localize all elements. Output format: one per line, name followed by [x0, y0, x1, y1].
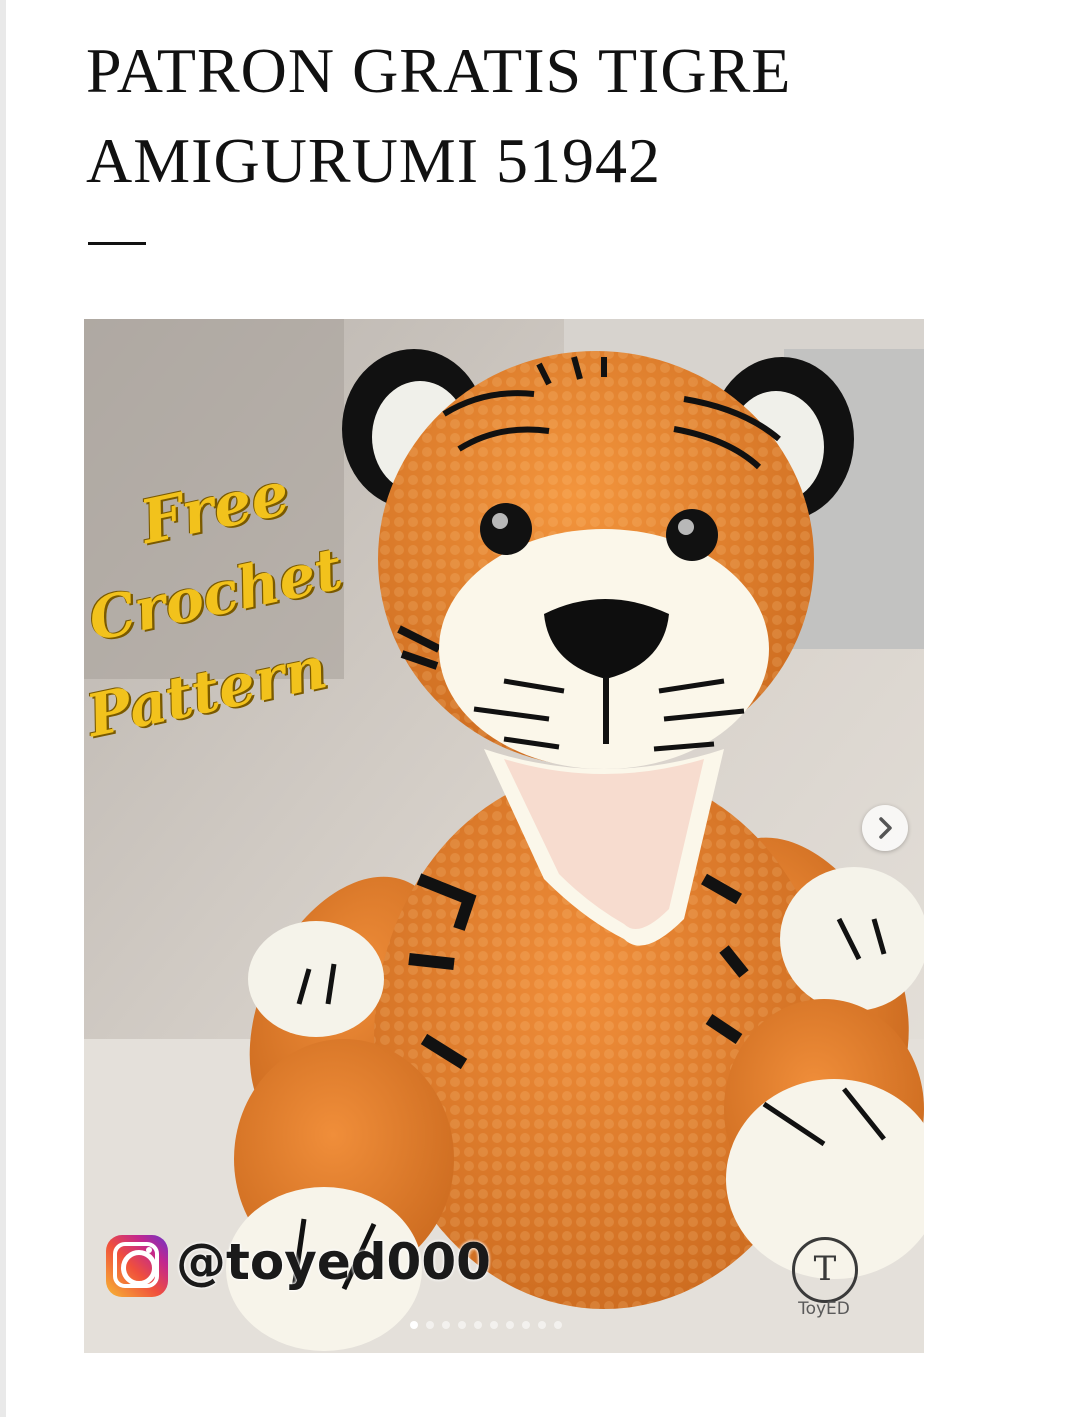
title-divider: [88, 242, 146, 245]
page-left-edge: [0, 0, 6, 1417]
carousel-dot[interactable]: [474, 1321, 482, 1329]
carousel-dots: [410, 1321, 562, 1329]
carousel-next-button[interactable]: [862, 805, 908, 851]
post-image[interactable]: Free Crochet Pattern @toyed000 T ToyED: [84, 319, 924, 1353]
chevron-right-icon: [879, 817, 892, 839]
instagram-icon-lens: [121, 1250, 157, 1286]
brand-name: ToyED: [798, 1299, 850, 1319]
instagram-icon-dot: [146, 1247, 152, 1253]
carousel-dot[interactable]: [458, 1321, 466, 1329]
carousel-dot[interactable]: [410, 1321, 418, 1329]
carousel-dot[interactable]: [538, 1321, 546, 1329]
carousel-dot[interactable]: [426, 1321, 434, 1329]
brand-logo: T: [792, 1237, 858, 1303]
carousel-dot[interactable]: [442, 1321, 450, 1329]
carousel-dot[interactable]: [490, 1321, 498, 1329]
instagram-handle: @toyed000: [176, 1233, 491, 1291]
carousel-dot[interactable]: [554, 1321, 562, 1329]
post-title[interactable]: PATRON GRATIS TIGRE AMIGURUMI 51942: [86, 26, 986, 206]
carousel-dot[interactable]: [506, 1321, 514, 1329]
instagram-icon: [106, 1235, 168, 1297]
carousel-dot[interactable]: [522, 1321, 530, 1329]
